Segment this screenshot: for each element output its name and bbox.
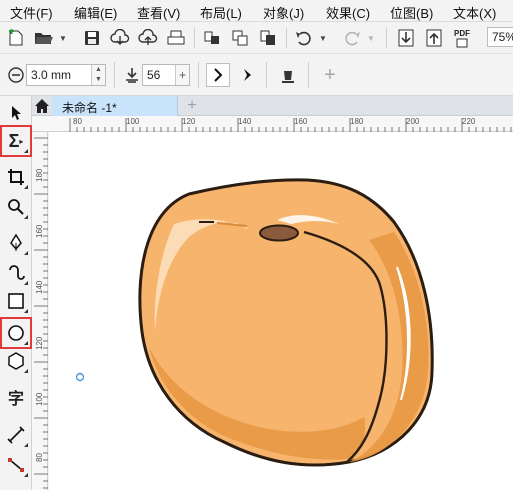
connector-tool-icon[interactable] (3, 452, 29, 478)
menu-text[interactable]: 文本(X) (453, 3, 496, 22)
ruler-label: 80 (35, 453, 44, 462)
new-document-icon[interactable] (4, 26, 28, 50)
fill-bucket-icon[interactable] (276, 63, 300, 87)
home-icon[interactable] (34, 98, 50, 114)
horizontal-ruler-ticks (69, 118, 512, 132)
zoom-level-field[interactable]: 75% (487, 27, 513, 47)
undo-icon[interactable] (292, 26, 316, 50)
redo-icon (340, 26, 364, 50)
menu-bitmaps[interactable]: 位图(B) (390, 3, 433, 22)
pen-tool-icon[interactable] (3, 230, 29, 256)
print-icon[interactable] (164, 26, 188, 50)
peach-stem (259, 224, 299, 242)
pick-tool-icon[interactable] (3, 100, 29, 126)
ruler-label: 140 (35, 280, 44, 294)
plus-icon[interactable]: + (175, 65, 189, 85)
menu-effects[interactable]: 效果(C) (326, 3, 370, 22)
toolbar-separator (198, 62, 199, 88)
copy-icon[interactable] (256, 26, 280, 50)
arrow-right-icon[interactable] (236, 63, 260, 87)
toolbar-separator (286, 28, 287, 48)
text-tool-icon[interactable]: 字 (3, 384, 29, 410)
cloud-download-icon[interactable] (108, 26, 132, 50)
chevron-down-icon[interactable]: ▼ (319, 34, 327, 43)
menu-layout[interactable]: 布局(L) (200, 3, 242, 22)
ruler-label: 220 (462, 117, 476, 126)
steps-value: 56 (147, 68, 161, 82)
blend-steps-icon (120, 63, 144, 87)
toolbar-separator (114, 62, 115, 88)
import-file-icon[interactable] (394, 26, 418, 50)
menu-view[interactable]: 查看(V) (137, 3, 180, 22)
document-tab[interactable]: 未命名 -1* (52, 96, 178, 116)
ruler-label: 100 (35, 392, 44, 406)
shape-tool-icon[interactable]: Σ ▸ (0, 125, 32, 157)
rectangle-tool-icon[interactable] (3, 288, 29, 314)
pdf-label: PDF (454, 28, 470, 38)
property-bar: 3.0 mm ▲ ▼ 56 + + (0, 54, 513, 96)
ruler-label: 180 (350, 117, 364, 126)
drawing-canvas[interactable] (49, 132, 513, 490)
toolbar-separator (266, 62, 267, 88)
menu-bar: 文件(F) 编辑(E) 查看(V) 布局(L) 对象(J) 效果(C) 位图(B… (0, 0, 513, 22)
menu-file[interactable]: 文件(F) (10, 3, 53, 22)
zoom-tool-icon[interactable] (3, 194, 29, 220)
standard-toolbar: ▼ ▼ ▼ PDF 75% (0, 22, 513, 54)
polygon-tool-icon[interactable] (3, 348, 29, 374)
chevron-down-icon[interactable]: ▼ (59, 34, 67, 43)
export-icon[interactable] (228, 26, 252, 50)
peach-illustration (75, 178, 434, 467)
curve-tool-icon[interactable] (3, 260, 29, 286)
export-file-icon[interactable] (422, 26, 446, 50)
node-marker (75, 372, 85, 382)
ruler-label: 140 (238, 117, 252, 126)
ruler-label: 100 (126, 117, 140, 126)
toolbar-separator (308, 62, 309, 88)
chevron-down-icon: ▼ (367, 34, 375, 43)
ruler-label: 160 (294, 117, 308, 126)
publish-pdf-icon[interactable]: PDF (450, 26, 474, 50)
toolbar-separator (386, 28, 387, 48)
ruler-label: 160 (35, 224, 44, 238)
vertical-ruler[interactable]: 180 160 140 120 100 80 (32, 132, 48, 490)
toolbox: Σ ▸ 字 (0, 96, 32, 490)
add-preset-icon[interactable]: + (318, 63, 342, 87)
open-folder-icon[interactable] (32, 26, 56, 50)
outline-width-stepper[interactable]: ▲ ▼ (91, 65, 105, 85)
ruler-label: 120 (35, 336, 44, 350)
cloud-upload-icon[interactable] (136, 26, 160, 50)
ruler-label: 120 (182, 117, 196, 126)
ruler-label: 80 (73, 117, 82, 126)
horizontal-ruler[interactable]: 80 100 120 140 160 180 200 220 (32, 116, 513, 132)
chevron-right-icon[interactable] (206, 63, 230, 87)
menu-object[interactable]: 对象(J) (263, 3, 304, 22)
menu-edit[interactable]: 编辑(E) (74, 3, 117, 22)
ruler-label: 200 (406, 117, 420, 126)
toolbar-separator (194, 28, 195, 48)
crop-tool-icon[interactable] (3, 164, 29, 190)
document-tab-title: 未命名 -1* (62, 101, 117, 115)
parallel-dimension-icon[interactable] (3, 422, 29, 448)
document-tabbar: 未命名 -1* + (32, 96, 513, 116)
add-tab-icon[interactable]: + (183, 97, 201, 115)
ruler-label: 180 (35, 168, 44, 182)
outline-width-icon (4, 63, 28, 87)
ellipse-tool-icon[interactable] (0, 317, 32, 349)
save-icon[interactable] (80, 26, 104, 50)
outline-width-value: 3.0 mm (31, 68, 72, 82)
vertical-ruler-ticks (34, 137, 48, 489)
import-icon[interactable] (200, 26, 224, 50)
